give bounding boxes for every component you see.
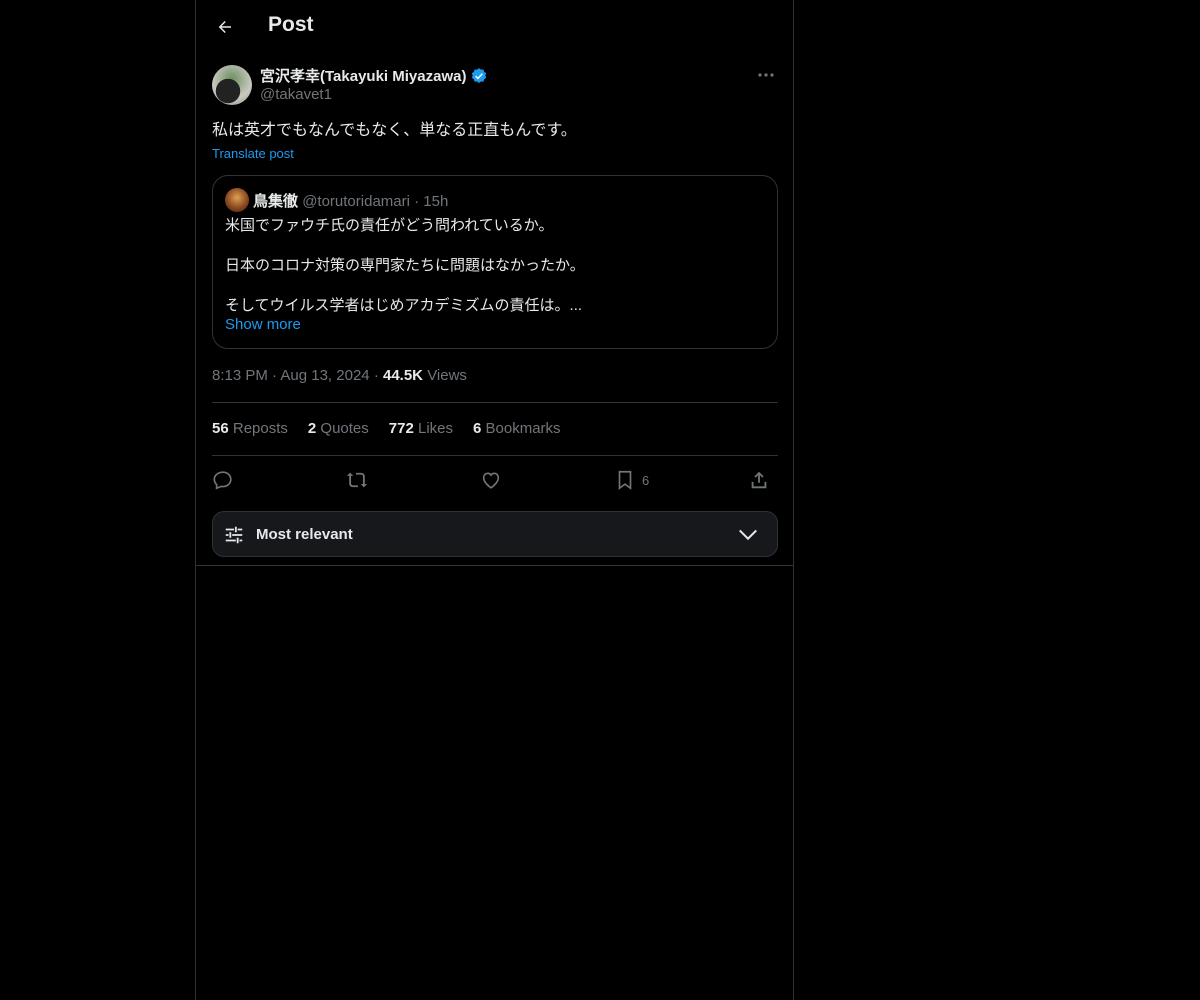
like-button[interactable] xyxy=(480,466,502,494)
verified-badge-icon xyxy=(470,67,488,85)
chevron-down-icon xyxy=(739,529,757,541)
more-icon xyxy=(758,73,774,77)
quoted-separator: · xyxy=(414,193,420,210)
quoted-avatar xyxy=(225,188,249,212)
show-more-link[interactable]: Show more xyxy=(225,316,301,333)
translate-post-link[interactable]: Translate post xyxy=(212,146,294,161)
bookmarks-stat[interactable]: 6 Bookmarks xyxy=(473,420,561,437)
post-stats: 56 Reposts 2 Quotes 772 Likes 6 Bookmark… xyxy=(212,420,561,437)
reposts-label: Reposts xyxy=(232,420,288,437)
quoted-author-handle: @torutoridamari xyxy=(302,193,410,210)
likes-stat[interactable]: 772 Likes xyxy=(389,420,453,437)
bookmarks-count: 6 xyxy=(473,420,482,437)
bookmark-icon xyxy=(618,470,632,490)
post-time[interactable]: 8:13 PM xyxy=(212,367,268,384)
quotes-stat[interactable]: 2 Quotes xyxy=(308,420,369,437)
reply-button[interactable] xyxy=(212,466,234,494)
avatar[interactable] xyxy=(212,65,252,105)
quoted-post[interactable]: 鳥集徹 @torutoridamari · 15h 米国でファウチ氏の責任がどう… xyxy=(212,175,778,349)
page-title: Post xyxy=(268,13,314,36)
action-bar: 6 xyxy=(212,466,778,494)
header: Post xyxy=(196,0,793,54)
divider xyxy=(212,402,778,403)
post-date[interactable]: Aug 13, 2024 xyxy=(280,367,369,384)
quoted-text-line: 米国でファウチ氏の責任がどう問われているか。 xyxy=(225,217,554,234)
divider xyxy=(212,455,778,456)
likes-count: 772 xyxy=(388,420,414,437)
bookmark-count: 6 xyxy=(642,472,650,488)
repost-icon xyxy=(346,472,368,488)
divider xyxy=(196,565,793,566)
meta-separator: · xyxy=(373,367,379,384)
post-column: Post 宮沢孝幸(Takayuki Miyazawa) @takavet1 私… xyxy=(195,0,794,1000)
reposts-stat[interactable]: 56 Reposts xyxy=(212,420,288,437)
more-button[interactable] xyxy=(755,66,777,84)
reply-icon xyxy=(213,471,232,490)
sort-sliders-icon xyxy=(225,526,243,544)
likes-label: Likes xyxy=(417,420,454,437)
author-name-row[interactable]: 宮沢孝幸(Takayuki Miyazawa) xyxy=(260,65,488,86)
quoted-time: 15h xyxy=(423,193,449,210)
views-label: Views xyxy=(427,367,467,384)
post-text: 私は英才でもなんでもなく、単なる正直もんです。 xyxy=(212,122,577,139)
back-button[interactable] xyxy=(212,14,238,40)
like-icon xyxy=(482,472,500,489)
reply-sort-dropdown[interactable]: Most relevant xyxy=(212,511,778,557)
bookmarks-label: Bookmarks xyxy=(485,420,561,437)
quotes-label: Quotes xyxy=(320,420,369,437)
views-count: 44.5K xyxy=(382,367,424,384)
repost-button[interactable] xyxy=(346,466,368,494)
reposts-count: 56 xyxy=(212,420,229,437)
back-arrow-icon xyxy=(218,21,231,33)
quoted-text-line: 日本のコロナ対策の専門家たちに問題はなかったか。 xyxy=(225,257,585,274)
meta-separator: · xyxy=(272,367,278,384)
quoted-meta: 鳥集徹 @torutoridamari · 15h xyxy=(253,190,448,211)
bookmark-button[interactable]: 6 xyxy=(614,466,649,494)
sort-label: Most relevant xyxy=(256,526,353,543)
share-button[interactable] xyxy=(748,466,770,494)
quoted-author-name: 鳥集徹 xyxy=(253,193,299,210)
author-handle[interactable]: @takavet1 xyxy=(260,86,332,103)
share-icon xyxy=(751,471,767,489)
quotes-count: 2 xyxy=(307,420,317,437)
post-meta: 8:13 PM · Aug 13, 2024 · 44.5K Views xyxy=(212,367,467,384)
quoted-text-line: そしてウイルス学者はじめアカデミズムの責任は。... xyxy=(225,297,583,314)
author-name[interactable]: 宮沢孝幸(Takayuki Miyazawa) xyxy=(260,65,466,86)
